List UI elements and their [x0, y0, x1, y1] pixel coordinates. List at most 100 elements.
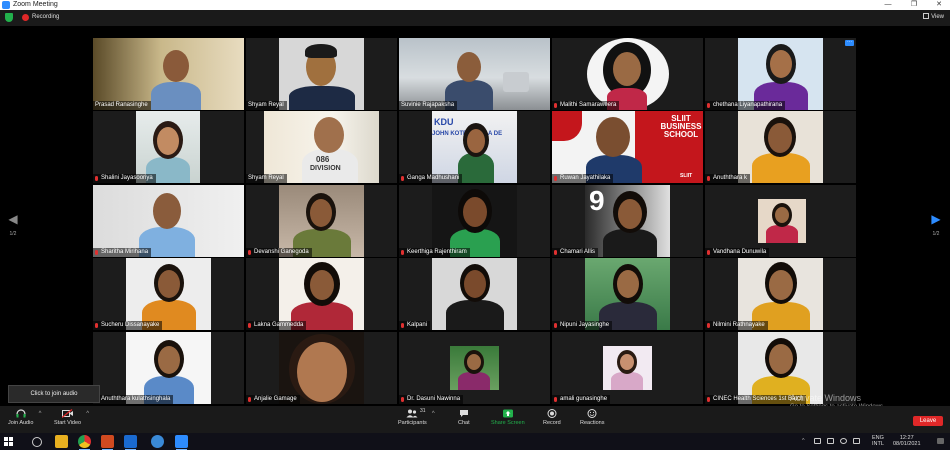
- participant-tile[interactable]: Shalini Jayasooriya: [93, 111, 244, 183]
- restore-icon[interactable]: ❐: [904, 0, 924, 10]
- muted-mic-icon: [401, 397, 404, 402]
- file-explorer-icon[interactable]: [55, 435, 68, 448]
- participants-options-caret-icon[interactable]: ^: [432, 411, 435, 417]
- audio-options-caret-icon[interactable]: ^: [39, 411, 42, 417]
- muted-mic-icon: [707, 176, 710, 181]
- participant-tile[interactable]: 086 DIVISION Shyam Reyal: [246, 111, 397, 183]
- battery-icon[interactable]: [827, 438, 834, 444]
- participant-tile[interactable]: Keerthiga Rajenthiram: [399, 185, 550, 257]
- participant-video: [279, 38, 364, 110]
- participant-video: [432, 185, 517, 257]
- participant-tile[interactable]: Vandhana Dunuwila: [705, 185, 856, 257]
- participant-tile[interactable]: Lakna Gammedda: [246, 258, 397, 330]
- participant-name: Sucheru Dissanayake: [93, 321, 163, 330]
- chat-button[interactable]: Chat: [458, 409, 470, 426]
- participant-tile[interactable]: Malithi Samaraweera: [552, 38, 703, 110]
- participant-video: [585, 258, 670, 330]
- participant-tile[interactable]: Kalpani: [399, 258, 550, 330]
- zoom-app-icon: [2, 1, 10, 9]
- participant-video: SLIIT BUSINESS SCHOOL SLIIT: [552, 111, 703, 183]
- muted-mic-icon: [707, 250, 710, 255]
- minimize-icon[interactable]: —: [878, 0, 898, 10]
- participant-tile[interactable]: Anjalie Gamage: [246, 332, 397, 404]
- participant-tile[interactable]: ··· chethana Liyanapathirana: [705, 38, 856, 110]
- participant-tile[interactable]: amali gunasinghe: [552, 332, 703, 404]
- muted-mic-icon: [248, 250, 251, 255]
- participant-tile[interactable]: 9 Chamari Allis: [552, 185, 703, 257]
- clock[interactable]: 12:27 08/01/2021: [893, 435, 921, 447]
- participant-tile[interactable]: Nilmini Rathnayake: [705, 258, 856, 330]
- participant-tile[interactable]: Sucheru Dissanayake: [93, 258, 244, 330]
- encryption-shield-icon[interactable]: [5, 13, 13, 22]
- skype-icon[interactable]: [151, 435, 164, 448]
- start-video-button[interactable]: Start Video ^: [54, 409, 89, 426]
- search-icon[interactable]: [32, 437, 42, 447]
- action-center-icon[interactable]: [937, 438, 944, 444]
- participant-name: Nilmini Rathnayake: [705, 321, 768, 330]
- next-page-button[interactable]: ▶ 1/2: [929, 213, 943, 237]
- participant-tile[interactable]: Devanshi Ganegoda: [246, 185, 397, 257]
- muted-mic-icon: [248, 323, 251, 328]
- previous-page-indicator: 1/2: [9, 231, 17, 237]
- participant-video: [136, 111, 200, 183]
- muted-mic-icon: [554, 250, 557, 255]
- participant-name: Ruwan Jayathilaka: [552, 174, 614, 183]
- participants-button[interactable]: 31 Participants ^: [398, 408, 435, 426]
- windows-start-icon[interactable]: [4, 437, 13, 446]
- network-icon[interactable]: [814, 438, 821, 444]
- participant-video: 9: [585, 185, 670, 257]
- notification-icon[interactable]: [853, 438, 860, 444]
- muted-mic-icon: [401, 176, 404, 181]
- chrome-icon[interactable]: [78, 435, 91, 450]
- tray-overflow-icon[interactable]: ^: [802, 438, 805, 444]
- headphones-icon: [16, 409, 26, 418]
- muted-mic-icon: [401, 323, 404, 328]
- muted-mic-icon: [95, 176, 98, 181]
- muted-mic-icon: [707, 323, 710, 328]
- video-options-caret-icon[interactable]: ^: [86, 411, 89, 417]
- participant-name: Anuththara kulathsinghala: [93, 395, 174, 404]
- powerpoint-icon[interactable]: [101, 435, 114, 450]
- participant-tile[interactable]: SLIIT BUSINESS SCHOOL SLIIT Ruwan Jayath…: [552, 111, 703, 183]
- meeting-status-bar: Recording View: [0, 10, 950, 26]
- participant-tile[interactable]: KDU JOHN KOTELAWALA DE Ganga Madhushani: [399, 111, 550, 183]
- participant-tile[interactable]: Dr. Dasuni Nawinna: [399, 332, 550, 404]
- participant-video: [399, 38, 550, 110]
- outlook-icon[interactable]: [124, 435, 137, 450]
- chevron-right-icon: ▶: [931, 212, 941, 226]
- leave-button[interactable]: Leave: [913, 416, 943, 426]
- more-options-icon[interactable]: ···: [845, 40, 854, 46]
- close-icon[interactable]: ✕: [929, 0, 949, 10]
- participant-video: 086 DIVISION: [264, 111, 379, 183]
- participant-tile[interactable]: Nipuni Jayasinghe: [552, 258, 703, 330]
- participant-name: Dr. Dasuni Nawinna: [399, 395, 464, 404]
- participant-tile[interactable]: Sharitha Mirihana: [93, 185, 244, 257]
- zoom-taskbar-icon[interactable]: [175, 435, 188, 450]
- recording-label: Recording: [32, 14, 60, 20]
- participant-tile[interactable]: Anuththara k: [705, 111, 856, 183]
- muted-mic-icon: [554, 176, 557, 181]
- participant-tile[interactable]: Anuththara kulathsinghala: [93, 332, 244, 404]
- participant-video: [432, 258, 517, 330]
- record-button[interactable]: Record: [543, 409, 561, 426]
- participant-name: chethana Liyanapathirana: [705, 101, 786, 110]
- participant-video: [738, 38, 823, 110]
- join-audio-button[interactable]: Join Audio ^: [8, 409, 41, 426]
- window-title: Zoom Meeting: [13, 1, 58, 8]
- share-screen-button[interactable]: Share Screen: [491, 409, 525, 426]
- participant-tile-active-speaker[interactable]: Suvinie Rajapaksha: [399, 38, 550, 110]
- participant-name: Malithi Samaraweera: [552, 101, 620, 110]
- previous-page-button[interactable]: ◀ 1/2: [6, 213, 20, 237]
- participant-tile[interactable]: Shyam Reyal: [246, 38, 397, 110]
- participant-name: Devanshi Ganegoda: [246, 248, 312, 257]
- share-screen-icon: [502, 409, 513, 418]
- language-indicator[interactable]: ENG INTL: [872, 435, 884, 447]
- volume-icon[interactable]: [840, 438, 847, 444]
- participant-tile[interactable]: Prasad Ranasinghe: [93, 38, 244, 110]
- reactions-button[interactable]: Reactions: [580, 409, 604, 426]
- view-button[interactable]: View: [923, 13, 944, 20]
- participant-name: Ganga Madhushani: [399, 174, 463, 183]
- participant-video: [738, 111, 823, 183]
- participant-video: [126, 332, 211, 404]
- join-audio-tooltip: Click to join audio: [8, 385, 100, 403]
